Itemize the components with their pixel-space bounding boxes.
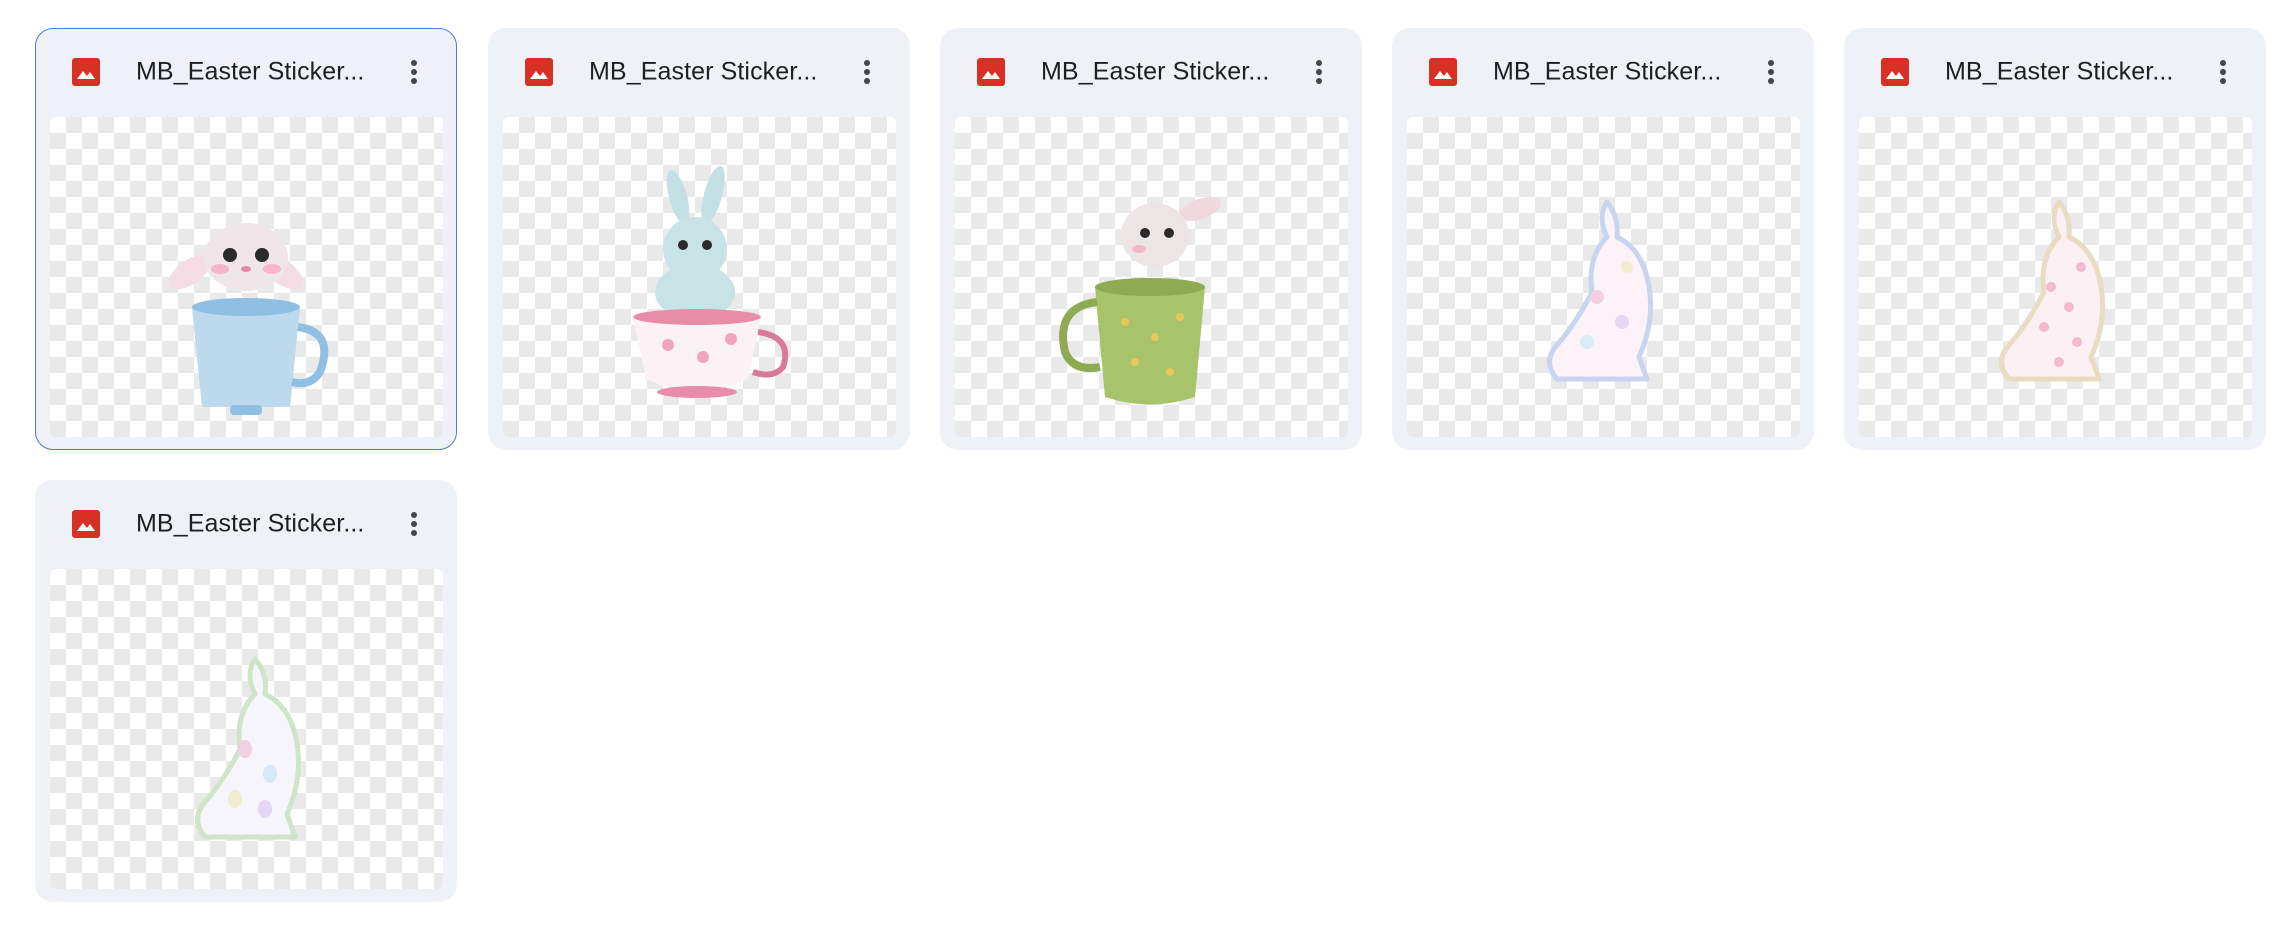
- more-options-button[interactable]: [2203, 52, 2243, 92]
- file-card-header: MB_Easter Sticker...: [489, 29, 909, 115]
- more-vert-icon: [1768, 60, 1774, 84]
- file-card-header: MB_Easter Sticker...: [36, 29, 456, 115]
- image-file-icon: [1427, 56, 1459, 88]
- more-vert-icon: [411, 512, 417, 536]
- file-card[interactable]: MB_Easter Sticker...: [1392, 28, 1814, 450]
- more-options-button[interactable]: [394, 504, 434, 544]
- file-thumbnail[interactable]: [1407, 117, 1800, 437]
- more-options-button[interactable]: [847, 52, 887, 92]
- file-name: MB_Easter Sticker...: [136, 509, 365, 538]
- more-vert-icon: [864, 60, 870, 84]
- file-card-header: MB_Easter Sticker...: [1845, 29, 2265, 115]
- file-card[interactable]: MB_Easter Sticker...: [35, 480, 457, 902]
- file-thumbnail[interactable]: [503, 117, 896, 437]
- file-thumbnail[interactable]: [50, 117, 443, 437]
- more-vert-icon: [1316, 60, 1322, 84]
- file-thumbnail[interactable]: [50, 569, 443, 889]
- file-thumbnail[interactable]: [955, 117, 1348, 437]
- more-options-button[interactable]: [394, 52, 434, 92]
- file-name: MB_Easter Sticker...: [1945, 57, 2174, 86]
- file-card[interactable]: MB_Easter Sticker...: [488, 28, 910, 450]
- image-file-icon: [523, 56, 555, 88]
- more-vert-icon: [411, 60, 417, 84]
- file-card[interactable]: MB_Easter Sticker...: [940, 28, 1362, 450]
- file-name: MB_Easter Sticker...: [1493, 57, 1722, 86]
- image-file-icon: [1879, 56, 1911, 88]
- file-name: MB_Easter Sticker...: [589, 57, 818, 86]
- image-file-icon: [975, 56, 1007, 88]
- file-card-header: MB_Easter Sticker...: [1393, 29, 1813, 115]
- file-name: MB_Easter Sticker...: [1041, 57, 1270, 86]
- more-vert-icon: [2220, 60, 2226, 84]
- more-options-button[interactable]: [1751, 52, 1791, 92]
- file-card-header: MB_Easter Sticker...: [36, 481, 456, 567]
- file-name: MB_Easter Sticker...: [136, 57, 365, 86]
- image-file-icon: [70, 56, 102, 88]
- file-card[interactable]: MB_Easter Sticker...: [35, 28, 457, 450]
- file-grid: MB_Easter Sticker... MB_Easter Sticker..…: [0, 0, 2284, 926]
- file-thumbnail[interactable]: [1859, 117, 2252, 437]
- more-options-button[interactable]: [1299, 52, 1339, 92]
- image-file-icon: [70, 508, 102, 540]
- file-card[interactable]: MB_Easter Sticker...: [1844, 28, 2266, 450]
- file-card-header: MB_Easter Sticker...: [941, 29, 1361, 115]
